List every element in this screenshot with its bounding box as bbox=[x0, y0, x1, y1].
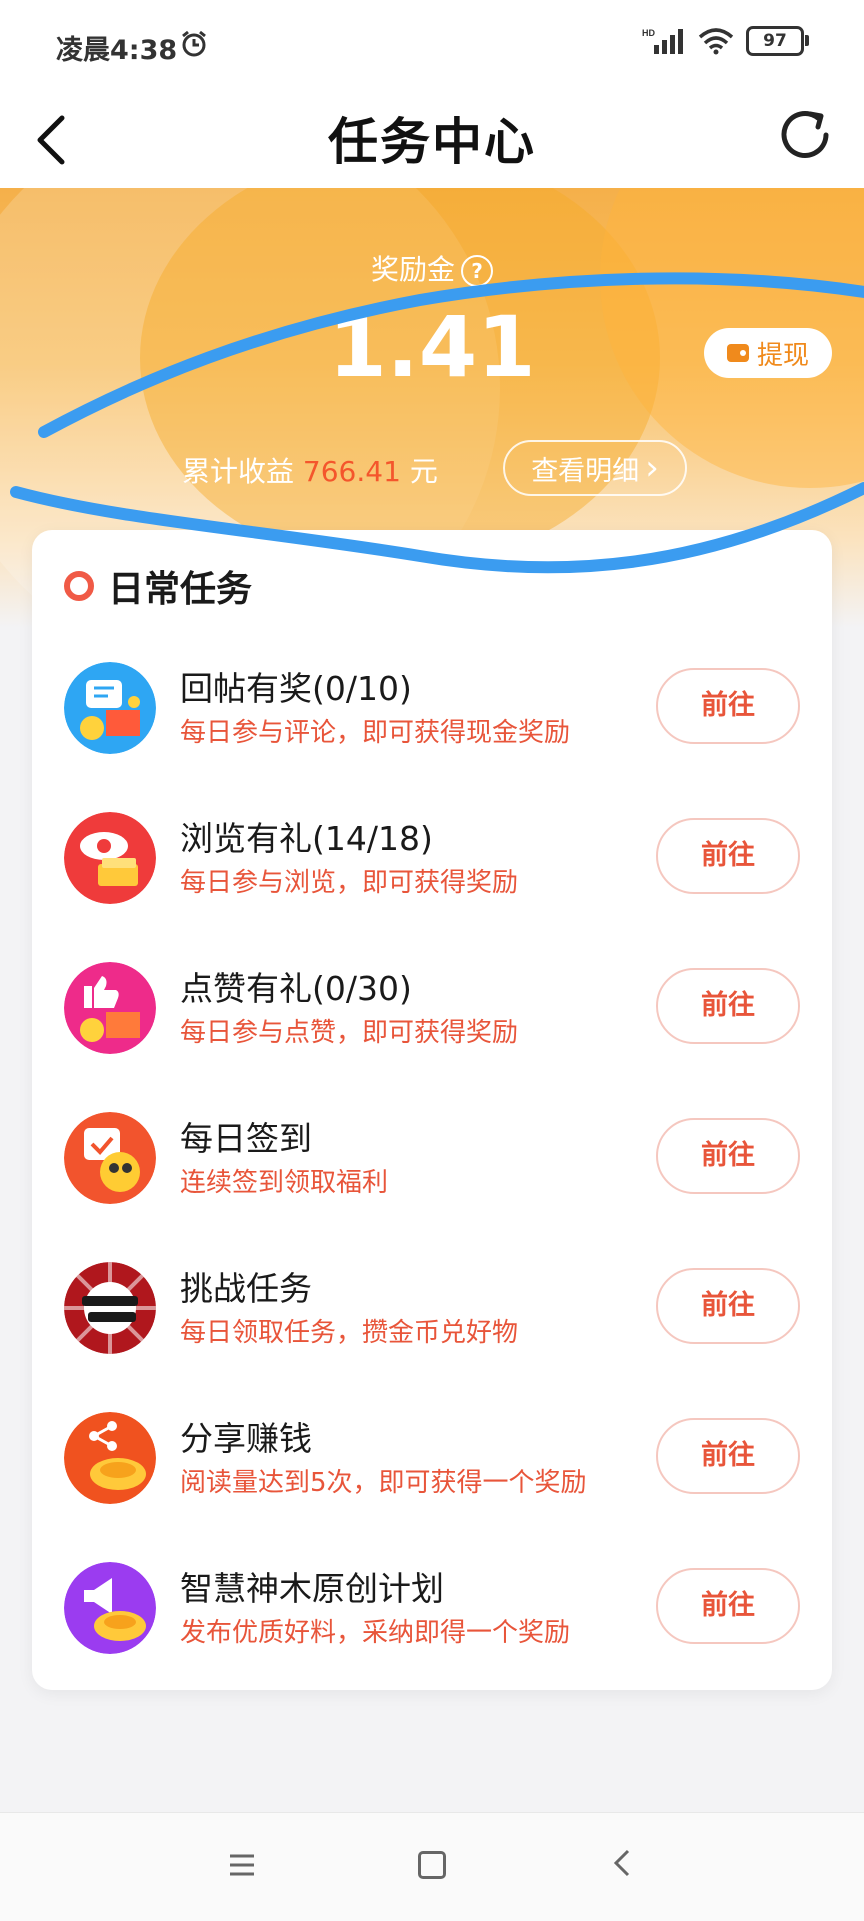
system-nav-bar bbox=[0, 1812, 864, 1921]
task-name: 挑战任务 bbox=[180, 1269, 312, 1308]
go-button[interactable]: 前往 bbox=[656, 818, 800, 894]
task-description: 每日领取任务，攒金币兑好物 bbox=[180, 1318, 519, 1348]
checkin-calendar-icon bbox=[64, 1112, 156, 1204]
daily-task-card: 日常任务 回帖有奖(0/10) 每日参与评论，即可获得现金奖励 前往 浏览有礼(… bbox=[32, 530, 832, 1690]
status-time: 凌晨4:38 bbox=[56, 35, 178, 66]
alarm-icon bbox=[182, 30, 206, 57]
task-name: 每日签到 bbox=[180, 1119, 312, 1158]
task-name: 分享赚钱 bbox=[180, 1419, 312, 1458]
task-description: 每日参与点赞，即可获得奖励 bbox=[180, 1018, 519, 1048]
battery-icon: 97 bbox=[746, 26, 809, 56]
total-earnings: 累计收益 766.41 元 bbox=[182, 455, 438, 488]
task-row: 点赞有礼(0/30) 每日参与点赞，即可获得奖励 前往 bbox=[32, 946, 832, 1076]
task-row: 分享赚钱 阅读量达到5次，即可获得一个奖励 前往 bbox=[32, 1396, 832, 1526]
task-description: 每日参与浏览，即可获得奖励 bbox=[180, 868, 519, 898]
share-money-icon bbox=[64, 1412, 156, 1504]
card-header: 日常任务 bbox=[64, 560, 252, 612]
go-button[interactable]: 前往 bbox=[656, 1418, 800, 1494]
signal-icon: HD bbox=[642, 28, 683, 54]
page-title: 任务中心 bbox=[328, 113, 536, 171]
like-reward-icon bbox=[64, 962, 156, 1054]
go-button[interactable]: 前往 bbox=[656, 1568, 800, 1644]
menu-icon[interactable] bbox=[228, 1853, 256, 1877]
task-name: 浏览有礼(14/18) bbox=[180, 819, 433, 858]
task-description: 阅读量达到5次，即可获得一个奖励 bbox=[180, 1468, 587, 1498]
eye-reward-icon bbox=[64, 812, 156, 904]
go-button[interactable]: 前往 bbox=[656, 1268, 800, 1344]
task-name: 点赞有礼(0/30) bbox=[180, 969, 412, 1008]
chevron-right-icon: › bbox=[645, 448, 659, 488]
reward-label: 奖励金? bbox=[0, 248, 864, 288]
task-row: 每日签到 连续签到领取福利 前往 bbox=[32, 1096, 832, 1226]
home-icon[interactable] bbox=[418, 1851, 446, 1879]
svg-text:HD: HD bbox=[642, 28, 655, 38]
wallet-icon bbox=[726, 344, 749, 362]
section-title: 日常任务 bbox=[108, 569, 253, 610]
task-description: 每日参与评论，即可获得现金奖励 bbox=[180, 718, 571, 748]
refresh-button[interactable] bbox=[774, 104, 836, 166]
withdraw-button[interactable]: 提现 bbox=[704, 328, 832, 378]
status-bar: 凌晨4:38 HD 97 bbox=[0, 0, 864, 92]
task-description: 发布优质好料，采纳即得一个奖励 bbox=[180, 1618, 571, 1648]
task-name: 智慧神木原创计划 bbox=[180, 1569, 444, 1608]
megaphone-reward-icon bbox=[64, 1562, 156, 1654]
task-row: 浏览有礼(14/18) 每日参与浏览，即可获得奖励 前往 bbox=[32, 796, 832, 926]
wifi-icon bbox=[698, 28, 734, 55]
status-indicators: HD 97 bbox=[642, 26, 809, 56]
go-button[interactable]: 前往 bbox=[656, 668, 800, 744]
go-button[interactable]: 前往 bbox=[656, 968, 800, 1044]
view-details-button[interactable]: 查看明细 › bbox=[503, 440, 687, 496]
challenge-task-icon bbox=[64, 1262, 156, 1354]
comment-reward-icon bbox=[64, 662, 156, 754]
task-description: 连续签到领取福利 bbox=[180, 1168, 389, 1198]
task-name: 回帖有奖(0/10) bbox=[180, 669, 412, 708]
nav-back-icon[interactable] bbox=[610, 1847, 634, 1879]
task-row: 智慧神木原创计划 发布优质好料，采纳即得一个奖励 前往 bbox=[32, 1546, 832, 1676]
section-dot-icon bbox=[64, 571, 94, 601]
task-row: 挑战任务 每日领取任务，攒金币兑好物 前往 bbox=[32, 1246, 832, 1376]
task-row: 回帖有奖(0/10) 每日参与评论，即可获得现金奖励 前往 bbox=[32, 646, 832, 776]
header: 任务中心 bbox=[0, 92, 864, 188]
help-icon[interactable]: ? bbox=[461, 255, 493, 287]
go-button[interactable]: 前往 bbox=[656, 1118, 800, 1194]
